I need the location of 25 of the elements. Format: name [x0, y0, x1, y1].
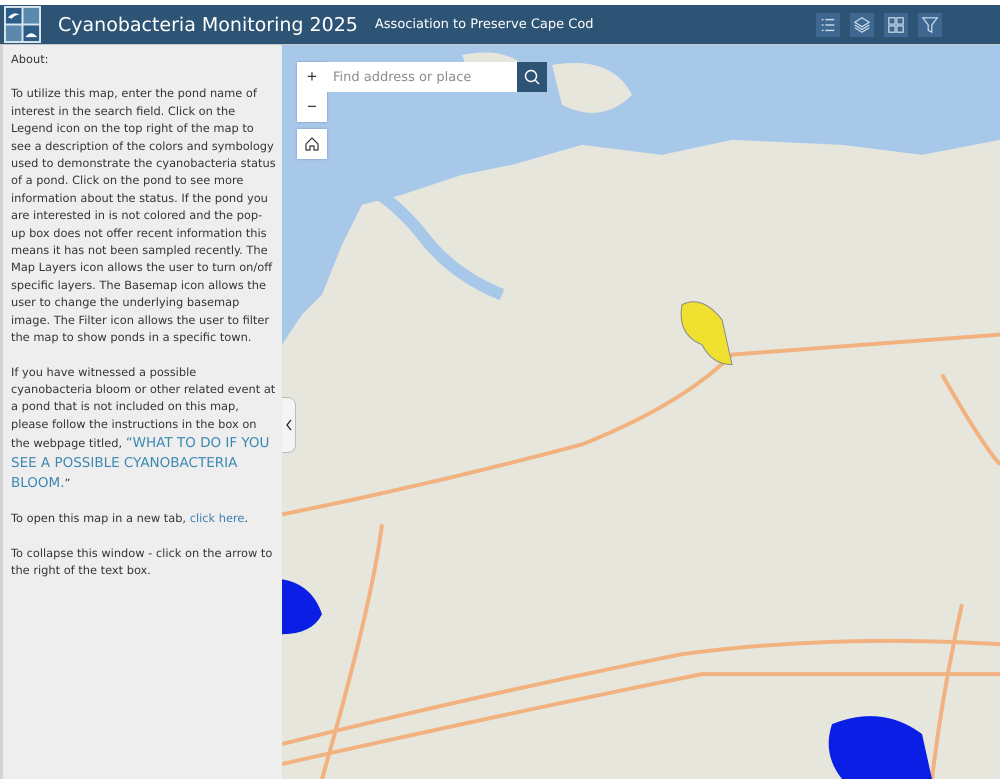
- chevron-left-icon: [285, 418, 293, 432]
- app-subtitle: Association to Preserve Cape Cod: [374, 17, 594, 32]
- search-field[interactable]: Find address or place: [327, 62, 517, 92]
- about-heading: About:: [11, 51, 50, 68]
- search-button[interactable]: [517, 62, 547, 92]
- info-paragraph: To utilize this map, enter the pond name of interest in the search field. Click on the Legend icon on the top right of the map to see a description of the colors and symbology used to demonstrate the cyanobacteria status of a pond. Click on the pond to see more information about the status. If the pond you are interested in is not colored and the pop-up box does not offer recent information this means it has not been sampled recently. The Map Layers icon allows the user to turn on/off specific layers. The Basemap icon allows the user to change the underlying basemap image. The Filter icon allows the user to filter the map to show ponds in a specific town.: [11, 85, 276, 346]
- app-title: Cyanobacteria Monitoring 2025: [58, 14, 358, 36]
- grid-icon: [887, 16, 905, 34]
- basemap-button[interactable]: [884, 12, 908, 36]
- collapse-button[interactable]: [282, 397, 296, 453]
- zoom-in-button[interactable]: +: [297, 62, 327, 92]
- filter-icon: [921, 16, 939, 34]
- layers-icon: [853, 16, 871, 34]
- search-icon: [523, 68, 541, 86]
- info-paragraph: To open this map in a new tab, click here.: [11, 510, 250, 528]
- filter-button[interactable]: [918, 12, 942, 36]
- logo-icon: [4, 6, 41, 43]
- home-button[interactable]: [297, 129, 327, 159]
- info-paragraph: To collapse this window - click on the arrow to the right of the text box.: [11, 544, 274, 579]
- home-icon: [304, 136, 320, 152]
- link[interactable]: click here: [190, 511, 244, 526]
- legend-button[interactable]: [816, 12, 840, 36]
- info-paragraph: If you have witnessed a possible cyanobacteria bloom or other related event at a pond that is not included on this map, please follow the instructions in the box on the webpage titled, “WHAT TO DO IF YOU SEE A POSSIBLE CYANOBACTERIA BLOOM.”: [11, 364, 276, 494]
- layers-button[interactable]: [850, 12, 874, 36]
- zoom-out-button[interactable]: −: [297, 92, 327, 122]
